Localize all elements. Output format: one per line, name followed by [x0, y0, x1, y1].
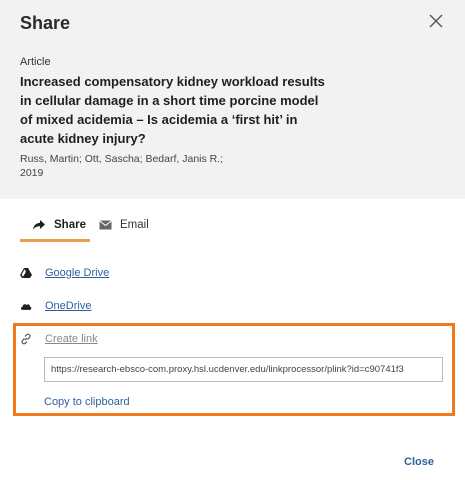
dialog-header: Share Article Increased compensatory kid…: [0, 0, 465, 199]
article-type: Article: [20, 56, 51, 68]
envelope-icon: [99, 220, 112, 230]
share-arrow-icon: [33, 220, 45, 230]
article-authors: Russ, Martin; Ott, Sascha; Bedarf, Janis…: [20, 153, 224, 165]
tab-email[interactable]: Email: [99, 210, 159, 240]
onedrive-option[interactable]: OneDrive: [20, 300, 91, 312]
dialog-title: Share: [20, 13, 71, 33]
tab-share-label: Share: [54, 219, 86, 231]
onedrive-link[interactable]: OneDrive: [45, 300, 91, 312]
active-tab-indicator: [20, 239, 90, 242]
google-drive-link[interactable]: Google Drive: [45, 267, 109, 279]
create-link-option[interactable]: Create link: [20, 333, 98, 345]
tab-email-label: Email: [120, 219, 149, 231]
create-link-label[interactable]: Create link: [45, 333, 98, 345]
share-dialog: Share Article Increased compensatory kid…: [0, 0, 465, 480]
link-icon: [21, 333, 31, 345]
article-year: 2019: [20, 167, 44, 179]
google-drive-option[interactable]: Google Drive: [20, 267, 109, 279]
google-drive-icon: [20, 268, 32, 278]
copy-to-clipboard-link[interactable]: Copy to clipboard: [44, 396, 130, 408]
cloud-icon: [20, 304, 32, 310]
share-url-field[interactable]: https://research-ebsco-com.proxy.hsl.ucd…: [44, 357, 443, 382]
close-icon[interactable]: [427, 12, 445, 30]
article-title: Increased compensatory kidney workload r…: [20, 74, 325, 146]
close-button[interactable]: Close: [404, 456, 434, 468]
tab-share[interactable]: Share: [20, 210, 90, 242]
